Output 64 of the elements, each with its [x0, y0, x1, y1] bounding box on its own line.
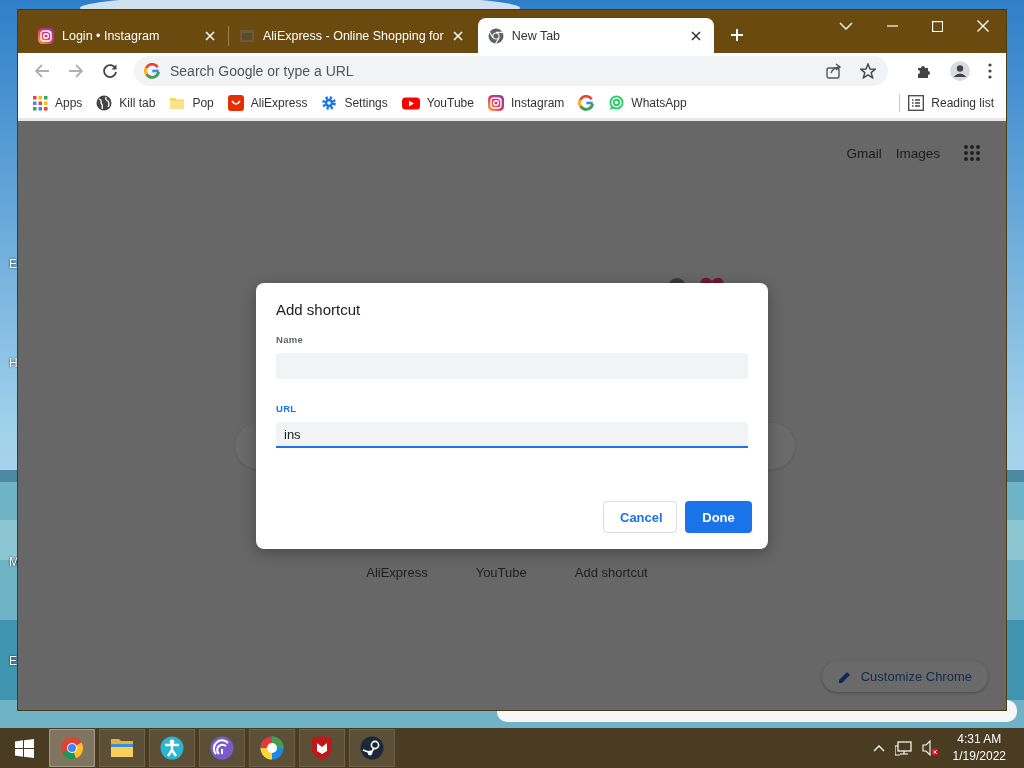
play-icon: [401, 95, 420, 111]
camera-icon: [487, 95, 504, 111]
share-icon[interactable]: [826, 62, 842, 79]
taskbar-app-button[interactable]: [149, 729, 195, 767]
maximize-icon[interactable]: [932, 20, 943, 32]
menu-icon[interactable]: [988, 62, 992, 79]
folder-icon: [110, 736, 134, 760]
g-logo-icon: [578, 95, 595, 111]
folder-icon: [169, 95, 186, 111]
torrent-icon: [210, 736, 234, 760]
person-icon: [160, 736, 184, 760]
g-logo-icon: [144, 62, 160, 79]
windows-logo-icon[interactable]: [15, 738, 34, 758]
camera-icon: [38, 27, 54, 44]
input-field[interactable]: ins: [276, 422, 748, 448]
clock-date[interactable]: 1/19/2022: [952, 748, 1006, 765]
caret-up-icon[interactable]: [872, 743, 885, 753]
reload-icon[interactable]: [102, 62, 118, 79]
bookmark[interactable]: Instagram: [487, 95, 565, 111]
browser-tab[interactable]: New Tab: [477, 18, 714, 53]
bookmark[interactable]: YouTube: [401, 95, 474, 111]
bookmark[interactable]: Pop: [169, 95, 214, 111]
grid-icon: [32, 95, 48, 111]
cancel-button[interactable]: Cancel: [603, 501, 677, 533]
volume-muted-icon[interactable]: [921, 740, 939, 756]
chevron-down-icon[interactable]: [839, 22, 853, 30]
shield-icon: [310, 736, 334, 760]
bookmark[interactable]: Kill tab: [96, 95, 156, 111]
bookmark[interactable]: [578, 95, 595, 111]
circle-logo-icon: [60, 736, 84, 760]
page-icon: [239, 27, 255, 44]
new-tab-icon[interactable]: [729, 28, 744, 42]
network-icon[interactable]: [894, 740, 912, 756]
reading-list-button[interactable]: Reading list: [908, 95, 994, 111]
taskbar-app-button[interactable]: [299, 729, 345, 767]
taskbar-app-button[interactable]: [349, 729, 395, 767]
taskbar-app-button[interactable]: [249, 729, 295, 767]
browser-tab[interactable]: Login • Instagram: [28, 18, 228, 53]
dialog-title: Add shortcut: [276, 301, 362, 318]
desktop-icon-label[interactable]: M: [9, 555, 19, 569]
address-bar[interactable]: Search Google or type a URL: [134, 55, 888, 86]
bookmark[interactable]: AliExpress: [227, 95, 308, 111]
bookmark[interactable]: Apps: [32, 95, 83, 111]
chat-icon: [608, 95, 625, 111]
close-icon[interactable]: [689, 29, 702, 42]
profile-icon[interactable]: [950, 60, 970, 81]
clock-time[interactable]: 4:31 AM: [957, 731, 1002, 748]
browser-tab[interactable]: AliExpress - Online Shopping for: [229, 18, 476, 53]
done-button[interactable]: Done: [685, 501, 752, 533]
swirl-icon: [260, 736, 284, 760]
bookmark[interactable]: WhatsApp: [608, 95, 687, 111]
globe-icon: [96, 95, 113, 111]
taskbar-app-button[interactable]: [199, 729, 245, 767]
bookmark[interactable]: Settings: [321, 95, 388, 111]
star-icon[interactable]: [860, 62, 876, 79]
circle-logo-icon: [487, 27, 504, 44]
gear-icon: [321, 95, 338, 111]
pencil-icon: [837, 669, 851, 684]
apps-grid-icon[interactable]: [964, 145, 980, 161]
bag-icon: [227, 95, 244, 111]
steam-icon: [360, 736, 384, 760]
field-label: Name: [276, 334, 305, 345]
list-icon: [908, 95, 925, 111]
field-label: URL: [276, 403, 298, 414]
